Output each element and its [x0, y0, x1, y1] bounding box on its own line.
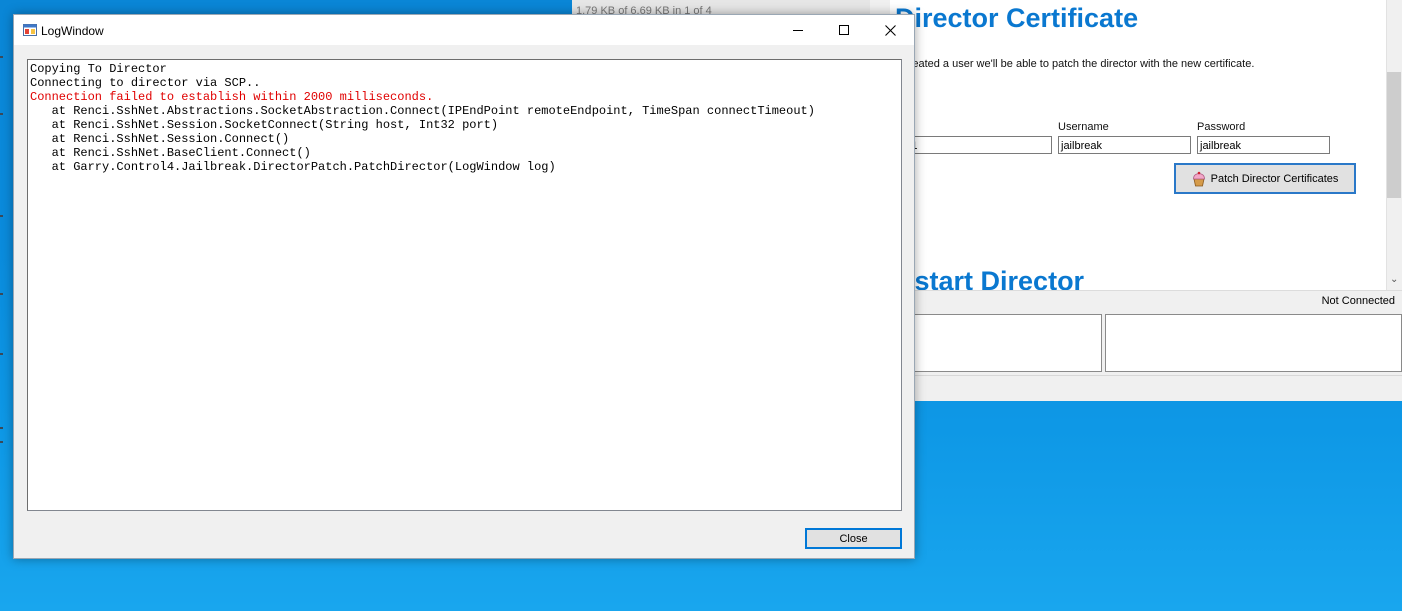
certificate-description: u created a user we'll be able to patch … [894, 58, 1255, 70]
username-field[interactable]: jailbreak [1058, 136, 1191, 154]
certificate-heading: Director Certificate [895, 3, 1139, 33]
maximize-icon [839, 25, 849, 35]
lower-panel-right [1105, 314, 1402, 372]
minimize-icon [793, 30, 803, 31]
desktop-edge-mark [0, 427, 3, 429]
lower-panel-left [892, 314, 1102, 372]
restart-heading: Restart Director [890, 266, 1085, 290]
desktop-edge-mark [0, 441, 3, 443]
close-button[interactable]: Close [805, 528, 902, 549]
desktop-edge-mark [0, 293, 3, 295]
desktop-edge-mark [0, 353, 3, 355]
close-window-button[interactable] [867, 15, 913, 45]
maximize-button[interactable] [821, 15, 867, 45]
desktop-edge-mark [0, 215, 3, 217]
patch-button-label: Patch Director Certificates [1210, 172, 1339, 185]
close-icon [884, 24, 896, 36]
log-line: at Renci.SshNet.Session.SocketConnect(St… [30, 118, 499, 132]
patch-director-certificates-button[interactable]: Patch Director Certificates [1174, 163, 1356, 194]
desktop-edge-mark [0, 56, 3, 58]
close-button-label: Close [839, 532, 868, 545]
log-line: Copying To Director [30, 62, 167, 76]
log-line-error: Connection failed to establish within 20… [30, 90, 434, 104]
connection-status: Not Connected [1321, 295, 1395, 307]
app-window-icon [23, 24, 37, 36]
username-label: Username [1058, 121, 1109, 133]
log-line: Connecting to director via SCP.. [30, 76, 261, 90]
scroll-down-arrow-icon[interactable]: ⌄ [1390, 274, 1398, 285]
minimize-button[interactable] [775, 15, 821, 45]
log-line: at Renci.SshNet.Abstractions.SocketAbstr… [30, 104, 815, 118]
log-window: LogWindow Copying To Director Connecting … [13, 14, 915, 559]
desktop-edge-mark [0, 113, 3, 115]
title-bar[interactable]: LogWindow [14, 15, 914, 45]
log-line: at Garry.Control4.Jailbreak.DirectorPatc… [30, 160, 556, 174]
scrollbar-thumb[interactable] [1387, 72, 1401, 198]
log-line: at Renci.SshNet.Session.Connect() [30, 132, 290, 146]
password-field[interactable]: jailbreak [1197, 136, 1330, 154]
content-panel: Director Certificate u created a user we… [890, 0, 1386, 290]
log-output-textbox[interactable]: Copying To Director Connecting to directo… [27, 59, 902, 511]
window-title: LogWindow [41, 24, 104, 38]
password-label: Password [1197, 121, 1246, 133]
cupcake-icon [1192, 171, 1205, 186]
log-line: at Renci.SshNet.BaseClient.Connect() [30, 146, 311, 160]
